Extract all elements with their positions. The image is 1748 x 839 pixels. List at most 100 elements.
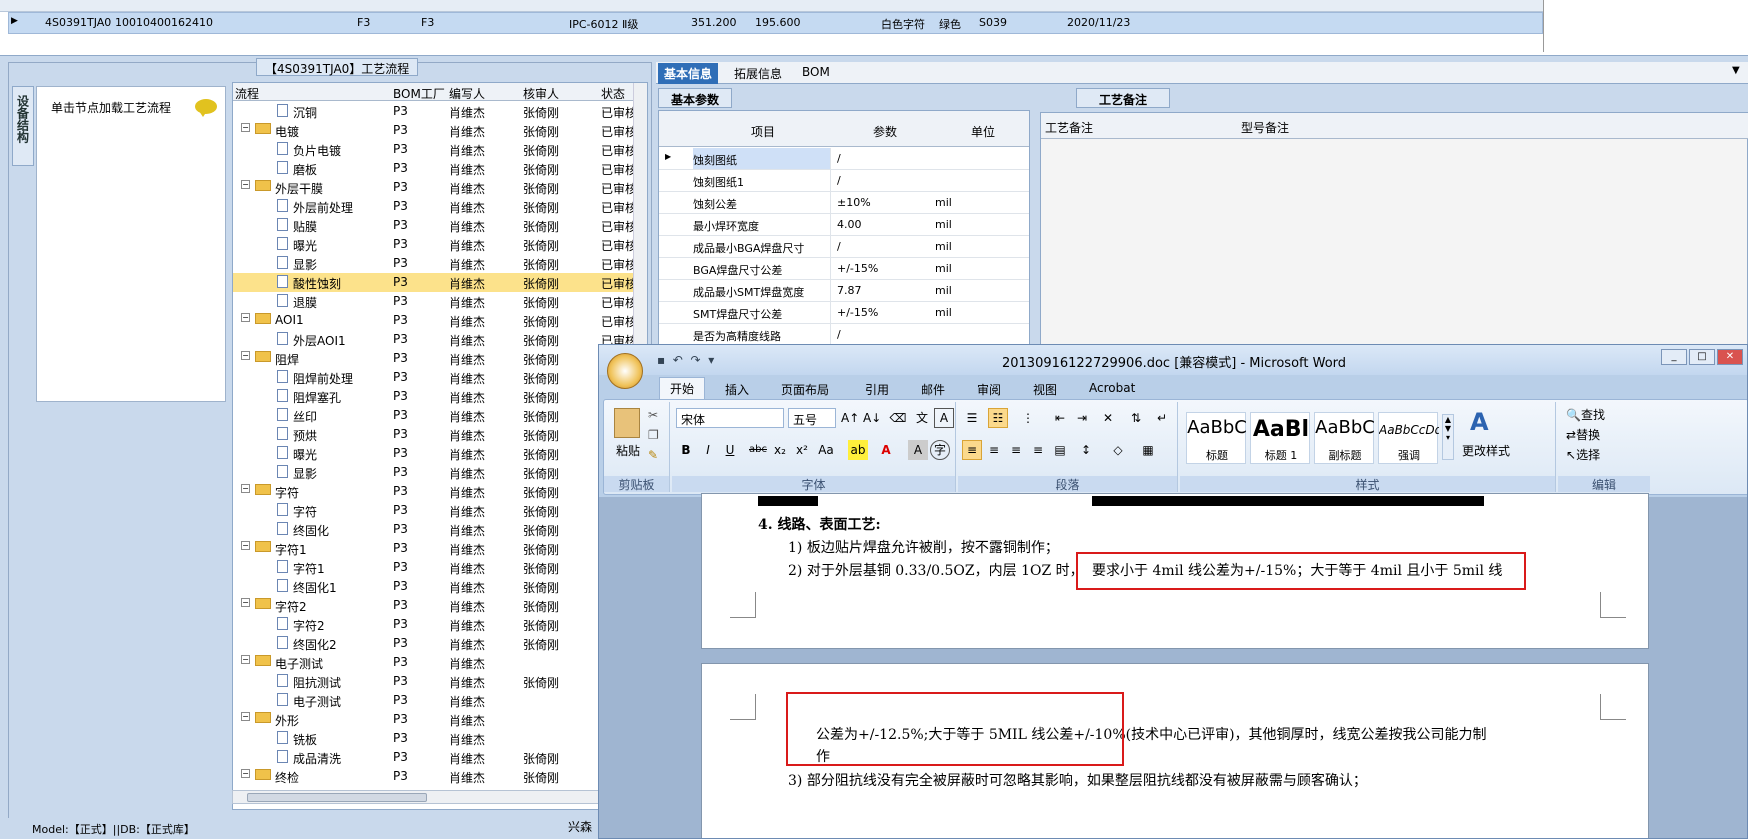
grow-font-icon[interactable]: A↑ — [840, 408, 860, 428]
ribbon-tab-references[interactable]: 引用 — [855, 379, 899, 400]
tree-col-status[interactable]: 状态 — [601, 85, 625, 102]
tree-row[interactable]: 字符2P3肖维杰张倚刚已审核 — [233, 615, 647, 634]
tree-col-checker[interactable]: 核审人 — [523, 85, 559, 102]
redo-icon[interactable]: ↷ — [690, 353, 700, 367]
undo-icon[interactable]: ↶ — [673, 353, 683, 367]
line-spacing-icon[interactable]: ↕ — [1076, 440, 1096, 460]
highlight-icon[interactable]: ab — [848, 440, 868, 460]
ribbon-tab-view[interactable]: 视图 — [1023, 379, 1067, 400]
collapse-icon[interactable]: − — [241, 351, 250, 360]
close-icon[interactable]: ✕ — [1717, 349, 1743, 365]
tree-row[interactable]: −终检P3肖维杰张倚刚已审核 — [233, 767, 647, 786]
tab-extended-info[interactable]: 拓展信息 — [728, 63, 788, 84]
param-value[interactable]: / — [837, 152, 841, 165]
tree-row[interactable]: 电子测试P3肖维杰已审核 — [233, 691, 647, 710]
collapse-icon[interactable]: − — [241, 313, 250, 322]
params-col-value[interactable]: 参数 — [873, 123, 897, 140]
bullets-icon[interactable]: ☰ — [962, 408, 982, 428]
distribute-icon[interactable]: ▤ — [1050, 440, 1070, 460]
select-button[interactable]: ↖选择 — [1566, 446, 1600, 463]
tree-row[interactable]: − 电镀 P3 肖维杰 张倚刚 已审核 — [233, 121, 647, 140]
tree-row[interactable]: 外层AOI1 P3 肖维杰 张倚刚 已审核 — [233, 330, 647, 349]
numbering-icon[interactable]: ☷ — [988, 408, 1008, 428]
side-tab-equipment[interactable]: 设备结构 — [12, 86, 34, 166]
param-value[interactable]: 7.87 — [837, 284, 862, 297]
load-flow-box[interactable]: 单击节点加载工艺流程 — [36, 86, 226, 402]
params-col-item[interactable]: 项目 — [751, 123, 775, 140]
tree-row[interactable]: 曝光P3肖维杰张倚刚已审核 — [233, 235, 647, 254]
page-1[interactable]: 4. 线路、表面工艺: 1) 板边贴片焊盘允许被削，按不露铜制作； 2) 对于外… — [701, 493, 1649, 649]
tree-row[interactable]: −字符2P3肖维杰张倚刚已审核 — [233, 596, 647, 615]
tree-col-bom[interactable]: BOM工厂 — [393, 85, 445, 102]
borders-icon[interactable]: ▦ — [1138, 440, 1158, 460]
subscript-icon[interactable]: x₂ — [770, 440, 790, 460]
tree-row[interactable]: 曝光P3肖维杰张倚刚已审核 — [233, 444, 647, 463]
ribbon-tab-acrobat[interactable]: Acrobat — [1079, 379, 1145, 397]
tree-row[interactable]: 贴膜 P3 肖维杰 张倚刚 已审核 — [233, 216, 647, 235]
office-button[interactable] — [607, 353, 643, 389]
tree-row[interactable]: 阻焊前处理P3肖维杰张倚刚已审核 — [233, 368, 647, 387]
param-value[interactable]: / — [837, 240, 841, 253]
underline-icon[interactable]: U — [720, 440, 740, 460]
tree-row[interactable]: 字符P3肖维杰张倚刚已审核 — [233, 501, 647, 520]
clear-format-icon[interactable]: ⌫ — [888, 408, 908, 428]
tree-col-flow[interactable]: 流程 — [235, 85, 259, 102]
tree-row[interactable]: 成品清洗P3肖维杰张倚刚已审核 — [233, 748, 647, 767]
style-title[interactable]: AaBbC 标题 — [1186, 412, 1247, 464]
dropdown-icon[interactable]: ▼ — [1726, 63, 1746, 84]
scroll-thumb[interactable] — [247, 793, 427, 802]
param-row[interactable]: ▶ 蚀刻图纸 / — [659, 148, 1029, 170]
style-emphasis[interactable]: AaBbCcDd 强调 — [1378, 412, 1439, 464]
tree-row[interactable]: −字符P3肖维杰张倚刚已审核 — [233, 482, 647, 501]
align-center-icon[interactable]: ≡ — [984, 440, 1004, 460]
change-case-icon[interactable]: Aa — [816, 440, 836, 460]
ribbon-tab-layout[interactable]: 页面布局 — [771, 379, 839, 400]
param-row[interactable]: 最小焊环宽度 4.00 mil — [659, 214, 1029, 236]
tree-row[interactable]: 丝印P3肖维杰张倚刚已审核 — [233, 406, 647, 425]
tree-row[interactable]: 终固化2P3肖维杰张倚刚已审核 — [233, 634, 647, 653]
param-row[interactable]: BGA焊盘尺寸公差 +/-15% mil — [659, 258, 1029, 280]
char-shading-icon[interactable]: A — [908, 440, 928, 460]
tab-basic-info[interactable]: 基本信息 — [658, 63, 719, 84]
style-heading-1[interactable]: AaBl 标题 1 — [1250, 412, 1310, 464]
tree-row[interactable]: −字符1P3肖维杰张倚刚已审核 — [233, 539, 647, 558]
param-value[interactable]: 4.00 — [837, 218, 862, 231]
style-subtitle[interactable]: AaBbC 副标题 — [1314, 412, 1375, 464]
tree-row[interactable]: 沉铜 P3 肖维杰 张倚刚 已审核 — [233, 102, 647, 121]
param-row[interactable]: SMT焊盘尺寸公差 +/-15% mil — [659, 302, 1029, 324]
char-border-icon[interactable]: A — [934, 408, 954, 428]
param-value[interactable]: / — [837, 174, 841, 187]
maximize-icon[interactable]: □ — [1689, 349, 1715, 365]
tree-row[interactable]: 退膜 P3 肖维杰 张倚刚 已审核 — [233, 292, 647, 311]
tree-row[interactable]: 字符1P3肖维杰张倚刚已审核 — [233, 558, 647, 577]
ribbon-tab-review[interactable]: 审阅 — [967, 379, 1011, 400]
enclose-char-icon[interactable]: 字 — [930, 440, 950, 460]
tab-bom[interactable]: BOM — [796, 63, 836, 84]
multilevel-list-icon[interactable]: ⋮ — [1018, 408, 1038, 428]
minimize-icon[interactable]: _ — [1661, 349, 1687, 365]
tree-col-writer[interactable]: 编写人 — [449, 85, 485, 102]
tree-row[interactable]: 阻抗测试P3肖维杰张倚刚已审核 — [233, 672, 647, 691]
tree-row[interactable]: 终固化1P3肖维杰张倚刚已审核 — [233, 577, 647, 596]
find-button[interactable]: 🔍查找 — [1566, 406, 1605, 423]
collapse-icon[interactable]: − — [241, 655, 250, 664]
tree-row[interactable]: 阻焊塞孔P3肖维杰张倚刚已审核 — [233, 387, 647, 406]
qat-dropdown-icon[interactable]: ▾ — [708, 353, 714, 367]
change-styles-button[interactable]: 更改样式 — [1462, 442, 1510, 459]
chinese-layout-icon[interactable]: ✕ — [1098, 408, 1118, 428]
tree-horizontal-scrollbar[interactable] — [232, 790, 638, 804]
param-row[interactable]: 成品最小BGA焊盘尺寸 / mil — [659, 236, 1029, 258]
italic-icon[interactable]: I — [698, 440, 718, 460]
tree-row[interactable]: −电子测试P3肖维杰已审核 — [233, 653, 647, 672]
tree-row[interactable]: 终固化P3肖维杰张倚刚已审核 — [233, 520, 647, 539]
sort-icon[interactable]: ⇅ — [1126, 408, 1146, 428]
param-row[interactable]: 成品最小SMT焊盘宽度 7.87 mil — [659, 280, 1029, 302]
collapse-icon[interactable]: − — [241, 712, 250, 721]
param-value[interactable]: / — [837, 328, 841, 341]
tree-row[interactable]: 负片电镀 P3 肖维杰 张倚刚 已审核 — [233, 140, 647, 159]
phonetic-icon[interactable]: 文 — [912, 408, 932, 428]
param-row[interactable]: 蚀刻图纸1 / — [659, 170, 1029, 192]
param-row[interactable]: 是否为高精度线路 / — [659, 324, 1029, 346]
param-row[interactable]: 蚀刻公差 ±10% mil — [659, 192, 1029, 214]
ribbon-tab-mailings[interactable]: 邮件 — [911, 379, 955, 400]
